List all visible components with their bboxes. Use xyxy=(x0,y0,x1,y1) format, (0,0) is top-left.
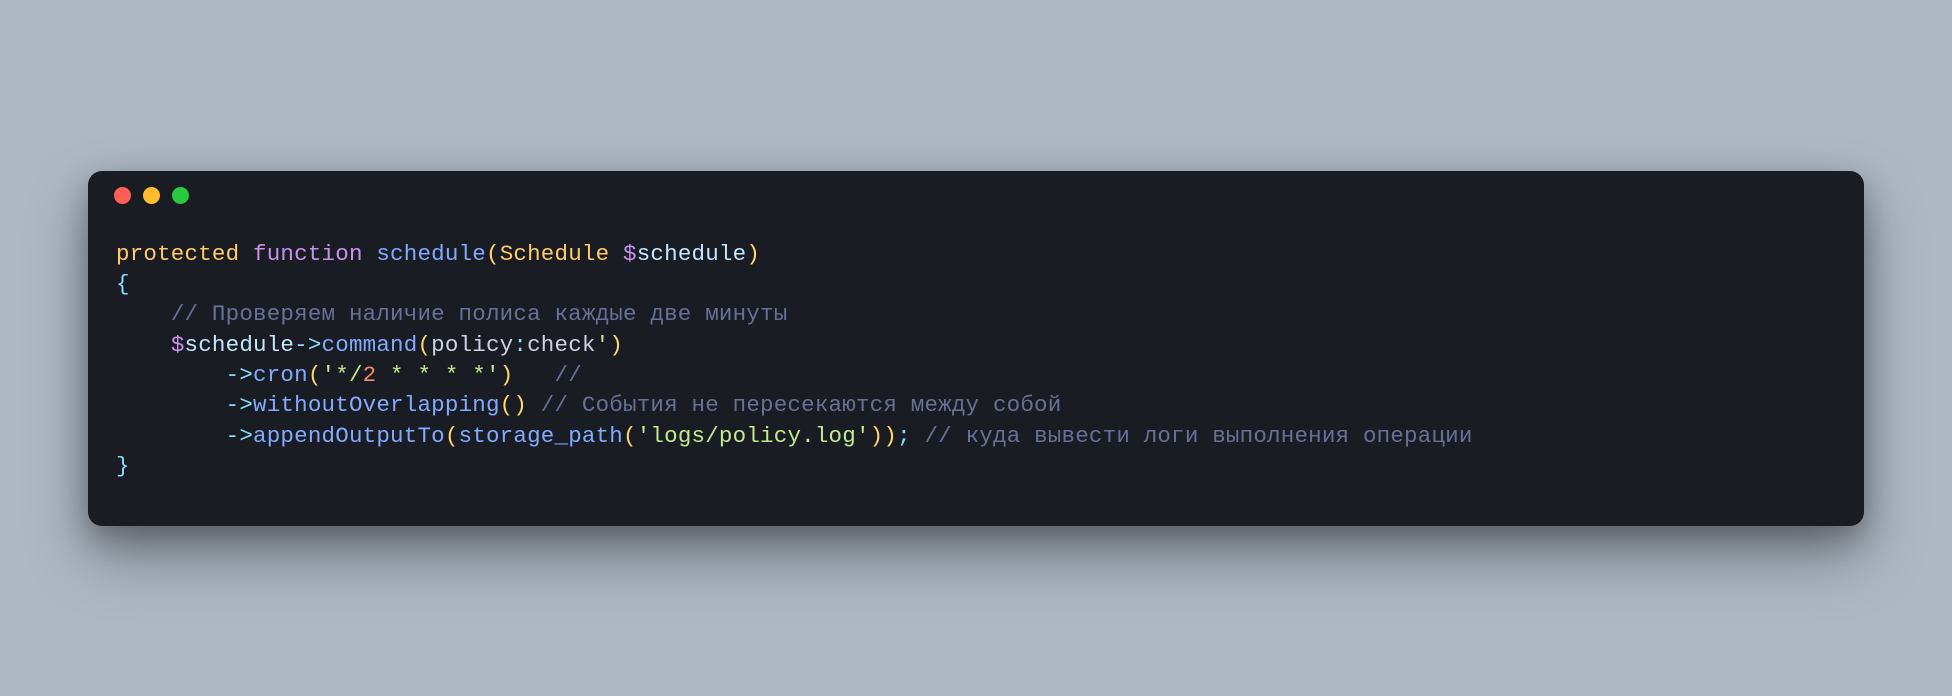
string-logpath: logs/policy.log xyxy=(650,423,856,449)
paren-open: ( xyxy=(500,392,514,418)
paren-close: ) xyxy=(500,362,514,388)
minimize-icon[interactable] xyxy=(143,187,160,204)
indent xyxy=(116,362,226,388)
space xyxy=(239,241,253,267)
paren-open: ( xyxy=(486,241,500,267)
paren-close: ) xyxy=(513,392,527,418)
colon: : xyxy=(513,332,527,358)
string-quote: ' xyxy=(637,423,651,449)
line-2: { xyxy=(116,271,130,297)
line-7: ->appendOutputTo(storage_path('logs/poli… xyxy=(116,423,1473,449)
space xyxy=(363,241,377,267)
paren-close: ) xyxy=(609,332,623,358)
gap xyxy=(513,362,554,388)
paren-open: ( xyxy=(308,362,322,388)
brace-open: { xyxy=(116,271,130,297)
close-icon[interactable] xyxy=(114,187,131,204)
line-4: $schedule->command(policy:check') xyxy=(116,332,623,358)
dollar-sign: $ xyxy=(623,241,637,267)
comment-text: // События не пересекаются между собой xyxy=(541,392,1062,418)
type-name: Schedule xyxy=(500,241,610,267)
code-window: protected function schedule(Schedule $sc… xyxy=(88,171,1864,526)
paren-close: ) xyxy=(883,423,897,449)
variable-name: schedule xyxy=(185,332,295,358)
arrow-operator: -> xyxy=(294,332,321,358)
space xyxy=(911,423,925,449)
dollar-sign: $ xyxy=(171,332,185,358)
indent xyxy=(116,392,226,418)
arrow-operator: -> xyxy=(226,362,253,388)
keyword-function: function xyxy=(253,241,363,267)
method-command: command xyxy=(322,332,418,358)
string-quote: ' xyxy=(596,332,610,358)
method-cron: cron xyxy=(253,362,308,388)
cron-post: * * * * xyxy=(376,362,486,388)
paren-open: ( xyxy=(445,423,459,449)
function-storagepath: storage_path xyxy=(459,423,623,449)
arrow-operator: -> xyxy=(226,423,253,449)
window-titlebar xyxy=(88,171,1864,221)
method-appendoutputto: appendOutputTo xyxy=(253,423,445,449)
string-quote: ' xyxy=(322,362,336,388)
line-3: // Проверяем наличие полиса каждые две м… xyxy=(116,301,787,327)
indent xyxy=(116,301,171,327)
indent xyxy=(116,423,226,449)
code-block: protected function schedule(Schedule $sc… xyxy=(88,221,1864,526)
maximize-icon[interactable] xyxy=(172,187,189,204)
space xyxy=(609,241,623,267)
line-5: ->cron('*/2 * * * *') // xyxy=(116,362,582,388)
space xyxy=(527,392,541,418)
string-quote: ' xyxy=(486,362,500,388)
method-withoutoverlapping: withoutOverlapping xyxy=(253,392,500,418)
string-quote: ' xyxy=(856,423,870,449)
comment-text: // Проверяем наличие полиса каждые две м… xyxy=(171,301,788,327)
cron-pre: */ xyxy=(335,362,362,388)
comment-text: // xyxy=(555,362,582,388)
paren-close: ) xyxy=(746,241,760,267)
arg-check: check xyxy=(527,332,596,358)
line-1: protected function schedule(Schedule $sc… xyxy=(116,241,760,267)
paren-open: ( xyxy=(623,423,637,449)
arrow-operator: -> xyxy=(226,392,253,418)
indent xyxy=(116,332,171,358)
function-name: schedule xyxy=(376,241,486,267)
comment-text: // куда вывести логи выполнения операции xyxy=(924,423,1472,449)
brace-close: } xyxy=(116,453,130,479)
keyword-protected: protected xyxy=(116,241,239,267)
variable-name: schedule xyxy=(637,241,747,267)
paren-close: ) xyxy=(870,423,884,449)
cron-number: 2 xyxy=(363,362,377,388)
arg-policy: policy xyxy=(431,332,513,358)
paren-open: ( xyxy=(417,332,431,358)
line-8: } xyxy=(116,453,130,479)
line-6: ->withoutOverlapping() // События не пер… xyxy=(116,392,1061,418)
semicolon: ; xyxy=(897,423,911,449)
